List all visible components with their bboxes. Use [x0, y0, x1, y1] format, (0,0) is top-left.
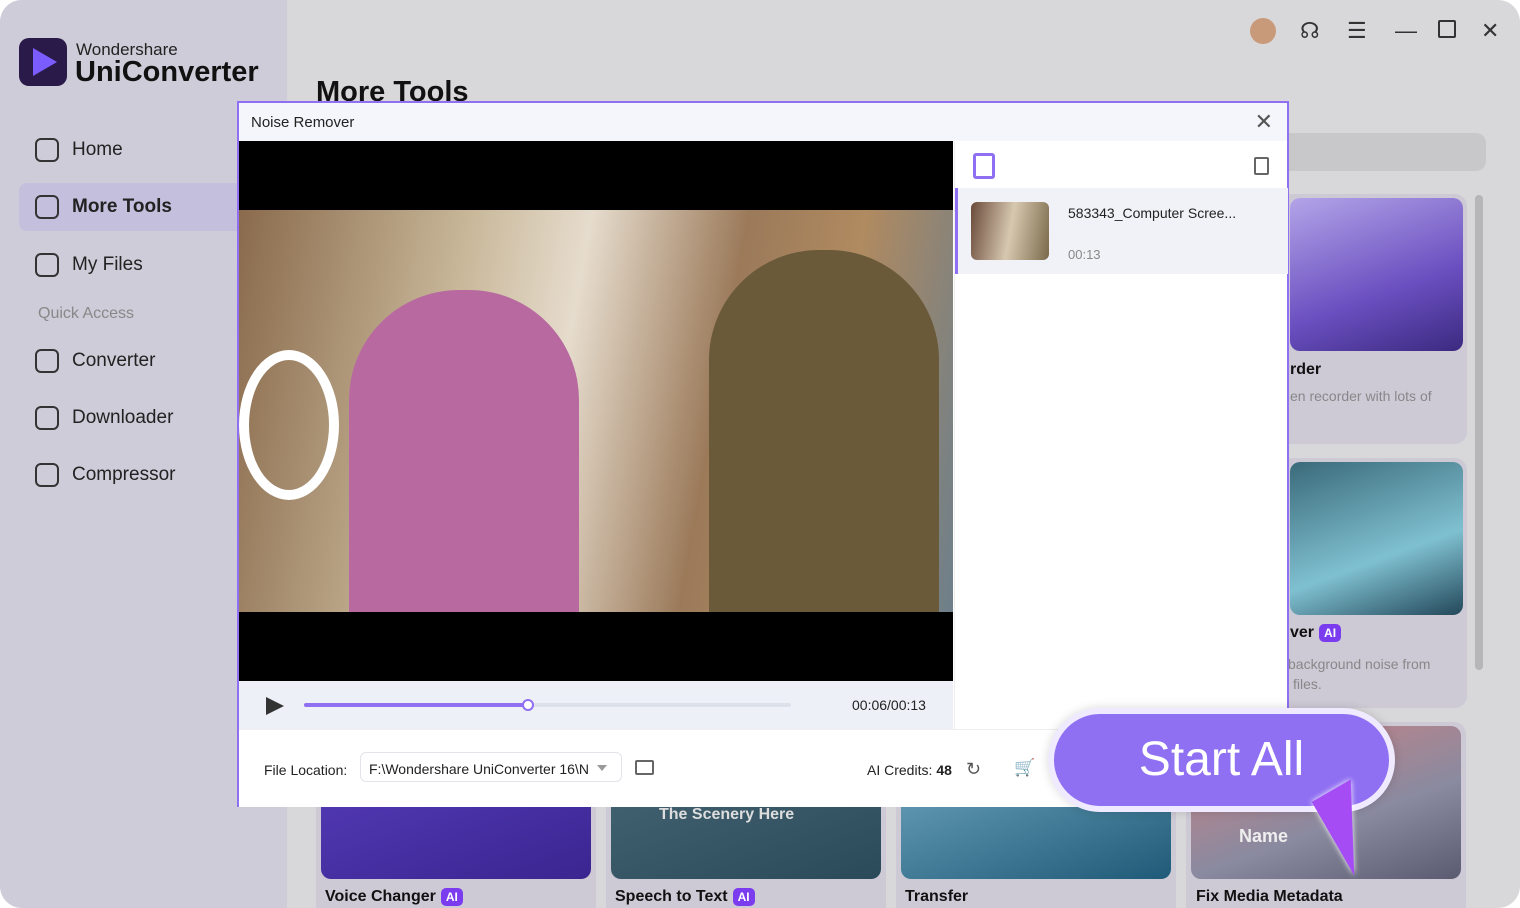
cart-icon[interactable]: 🛒 [1014, 758, 1035, 778]
sidebar-item-label: More Tools [72, 196, 172, 217]
ai-badge: AI [1319, 624, 1342, 642]
sidebar-item-converter[interactable]: Converter [19, 337, 249, 385]
file-location-select[interactable]: F:\Wondershare UniConverter 16\N [360, 752, 622, 782]
file-duration: 00:13 [1068, 247, 1101, 262]
sidebar-item-label: Home [72, 139, 123, 160]
sidebar-item-more-tools[interactable]: More Tools [19, 183, 249, 231]
compress-icon [35, 463, 59, 487]
search-bar[interactable] [1280, 133, 1486, 171]
delete-icon[interactable] [1254, 157, 1269, 175]
minimize-icon[interactable]: — [1395, 18, 1417, 44]
sidebar-item-home[interactable]: Home [19, 126, 249, 174]
quick-access-label: Quick Access [38, 305, 135, 322]
uniconverter-logo [19, 38, 67, 86]
person-left [349, 290, 579, 612]
download-icon [35, 406, 59, 430]
card-title: ver AI [1290, 624, 1342, 642]
card-title-text: Speech to Text [615, 888, 728, 905]
converter-icon [35, 349, 59, 373]
card-title: Fix Media Metadata [1196, 888, 1343, 905]
file-list-panel: 583343_Computer Scree... 00:13 [954, 141, 1288, 729]
seek-handle[interactable] [522, 699, 535, 711]
ai-credits-label: AI Credits: [867, 762, 933, 778]
close-icon[interactable]: ✕ [1481, 18, 1499, 44]
video-frame [239, 210, 953, 612]
sidebar-item-label: Compressor [72, 464, 176, 485]
play-icon[interactable] [266, 697, 284, 715]
file-name: 583343_Computer Scree... [1068, 205, 1237, 221]
maximize-icon[interactable] [1438, 20, 1456, 38]
thumbnail-caption: The Scenery Here [659, 806, 795, 823]
card-title: rder [1290, 361, 1322, 378]
file-thumbnail [971, 202, 1049, 260]
menu-icon[interactable]: ☰ [1347, 18, 1367, 44]
brand-name: UniConverter [75, 56, 259, 88]
file-list-item[interactable]: 583343_Computer Scree... 00:13 [955, 188, 1288, 274]
ai-badge: AI [732, 888, 755, 906]
seek-slider[interactable] [304, 699, 791, 711]
thumbnail-caption: Name [1239, 826, 1289, 846]
ai-credits-value: 48 [936, 762, 952, 778]
card-desc: en recorder with lots of [1290, 388, 1432, 404]
sidebar-item-compressor[interactable]: Compressor [19, 451, 249, 499]
ai-badge: AI [440, 888, 463, 906]
ring-light [239, 350, 339, 500]
dialog-header: Noise Remover ✕ [239, 103, 1287, 141]
dialog-close-icon[interactable]: ✕ [1255, 109, 1273, 135]
sidebar-item-my-files[interactable]: My Files [19, 241, 249, 289]
seek-progress [304, 703, 529, 707]
card-thumbnail [1290, 462, 1463, 615]
refresh-icon[interactable]: ↻ [966, 759, 981, 780]
home-icon [35, 138, 59, 162]
sidebar-item-label: Downloader [72, 407, 174, 428]
sidebar-item-label: My Files [72, 254, 143, 275]
headset-icon[interactable]: ☊ [1300, 18, 1320, 44]
add-file-icon[interactable] [973, 153, 995, 179]
video-preview[interactable] [239, 141, 953, 681]
noise-remover-dialog: Noise Remover ✕ 00:06/00:13 583343_Compu… [237, 101, 1289, 807]
person-right [709, 250, 939, 612]
card-title: Speech to Text AI [615, 888, 755, 906]
dialog-title: Noise Remover [251, 114, 355, 131]
ai-credits: AI Credits: 48 [867, 762, 952, 778]
card-thumbnail [1290, 198, 1463, 351]
file-location-label: File Location: [264, 762, 348, 778]
scrollbar[interactable] [1475, 195, 1483, 670]
folder-icon[interactable] [635, 760, 654, 775]
toolbox-icon [35, 195, 59, 219]
tool-card-noise-remover[interactable]: ver AI background noise from files. [1270, 458, 1467, 708]
chevron-down-icon [597, 765, 607, 771]
sidebar-item-downloader[interactable]: Downloader [19, 394, 249, 442]
card-desc: files. [1293, 676, 1322, 692]
playback-time: 00:06/00:13 [852, 697, 926, 713]
sidebar-item-label: Converter [72, 350, 156, 371]
card-title-text: Voice Changer [325, 888, 436, 905]
card-title: Voice Changer AI [325, 888, 463, 906]
card-title-text: ver [1290, 624, 1315, 641]
avatar[interactable] [1250, 18, 1276, 44]
card-desc: background noise from [1288, 656, 1431, 672]
tool-card-recorder[interactable]: rder en recorder with lots of [1270, 194, 1467, 444]
card-title: Transfer [905, 888, 969, 905]
file-location-value: F:\Wondershare UniConverter 16\N [369, 761, 589, 777]
player-controls: 00:06/00:13 [239, 681, 953, 729]
file-icon [35, 253, 59, 277]
